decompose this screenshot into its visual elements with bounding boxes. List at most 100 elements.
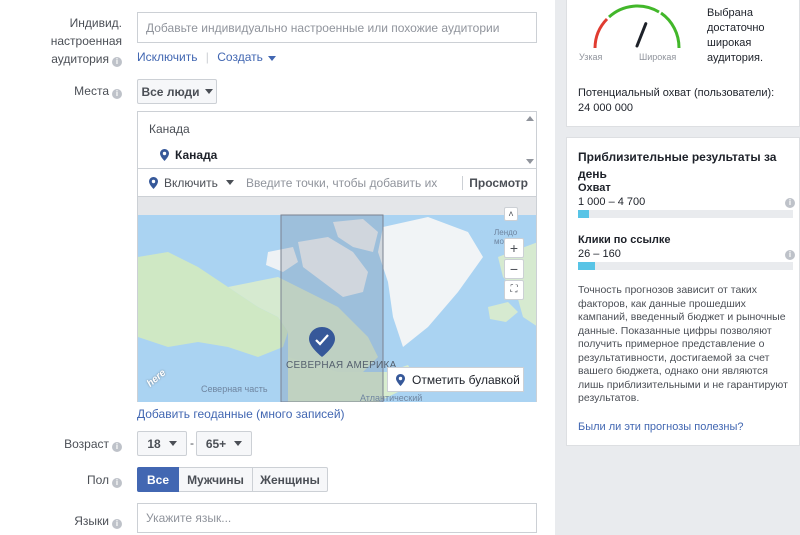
map-ocean-label-2: Атлантический [360,393,423,402]
gender-all-button[interactable]: Все [137,467,179,492]
gender-label-text: Пол [86,473,109,487]
fit-bounds-button[interactable]: ⛶ [504,280,524,300]
locations-label-text: Места [74,84,109,98]
map-collapse-button[interactable]: ˄ [504,207,518,221]
info-icon[interactable]: i [785,250,795,260]
languages-input[interactable]: Укажите язык... [137,503,537,533]
scroll-down-icon[interactable] [526,159,534,164]
disclaimer-line: факторов, как данные прошедших [578,297,746,310]
chevron-down-icon [168,441,177,446]
reach-label: Охват [578,182,611,194]
reach-progress-fill [578,210,589,218]
estimates-title-line: Приблизительные результаты за [578,150,777,164]
chevron-down-icon [225,180,234,185]
custom-audience-label-line1: Индивид. настроенная [50,16,122,48]
estimates-title: Приблизительные результаты за день [578,149,793,183]
disclaimer-line: вашего бюджета, однако они являются [578,365,768,377]
country-group-header: Канада [149,122,190,136]
include-select[interactable]: Включить [138,176,238,190]
disclaimer-line: Точность прогнозов зависит от таких [578,284,758,296]
gauge-wide-label: Широкая [639,52,677,62]
gauge-narrow-label: Узкая [579,52,603,62]
targeting-panel: Индивид. настроенная аудитория i Добавьте… [0,0,555,535]
chevron-down-icon [234,441,243,446]
potential-reach-value: 24 000 000 [578,102,634,114]
browse-link[interactable]: Просмотр [469,176,536,190]
info-icon[interactable]: i [112,519,122,529]
age-range-dash: - [190,436,194,450]
estimated-results-card: Приблизительные результаты за день Охват… [566,137,800,446]
disclaimer-line: результативности, достигаемой за счет [578,351,770,364]
zoom-out-button[interactable]: − [504,259,524,279]
potential-reach-label: Потенциальный охват (пользователи): [578,87,775,99]
custom-audience-label: Индивид. настроенная аудитория i [0,14,130,68]
scroll-up-icon[interactable] [526,116,534,121]
map-region-label: СЕВЕРНАЯ АМЕРИКА [286,360,397,371]
estimates-title-line: день [578,167,607,181]
zoom-in-button[interactable]: + [504,238,524,258]
include-select-label: Включить [164,175,218,190]
create-link-label: Создать [217,50,263,64]
location-map[interactable]: СЕВЕРНАЯ АМЕРИКА Северная часть Атлантич… [137,197,537,402]
age-label-text: Возраст [64,437,109,451]
disclaimer-line: данные. Показанные цифры позволяют [578,324,772,337]
exclude-link[interactable]: Исключить [137,50,197,64]
map-pin-icon [149,176,158,189]
custom-audience-label-text: аудитория [51,52,109,66]
disclaimer-line: результатов. [578,392,640,404]
age-max-select[interactable]: 65+ [196,431,252,456]
clicks-label: Клики по ссылке [578,234,671,246]
clicks-progress [578,262,793,270]
disclaimer-line: кампаний, введенный бюджет и рыночные [578,311,786,323]
selected-locations-list: Канада Канада [137,111,537,169]
description-line: Выбрана [707,7,753,19]
info-icon[interactable]: i [112,442,122,452]
location-search-input[interactable]: Введите точки, чтобы добавить их [238,176,462,190]
bulk-locations-link[interactable]: Добавить геоданные (много записей) [137,407,345,421]
audience-gauge [593,4,681,49]
description-line: достаточно [707,22,765,34]
audience-size-description: Выбрана достаточно широкая аудитория. [707,6,765,66]
location-item-label: Канада [175,148,218,162]
minus-icon: − [509,261,519,277]
custom-audience-input[interactable]: Добавьте индивидуально настроенные или п… [137,12,537,43]
languages-label: Языки i [0,512,130,530]
link-divider: | [205,50,209,64]
reach-range: 1 000 – 4 700 [578,196,646,208]
languages-label-text: Языки [74,514,109,528]
gender-female-button[interactable]: Женщины [252,467,328,492]
info-icon[interactable]: i [112,89,122,99]
location-audience-select[interactable]: Все люди [137,79,217,104]
languages-placeholder: Укажите язык... [146,511,232,525]
info-icon[interactable]: i [112,478,122,488]
gender-male-button[interactable]: Мужчины [179,467,253,492]
disclaimer-line: лишь приблизительными и не гарантируют [578,378,788,391]
reach-progress [578,210,793,218]
drop-pin-label: Отметить булавкой [412,372,520,387]
feedback-link[interactable]: Были ли эти прогнозы полезны? [578,421,744,433]
description-line: широкая [707,37,752,49]
drop-pin-button[interactable]: Отметить булавкой [387,367,524,392]
disclaimer-line: получить примерное представление о [578,338,765,350]
map-ocean-label: Северная часть [201,384,268,394]
chevron-down-icon [204,89,213,94]
location-audience-select-label: Все люди [141,84,200,99]
info-icon[interactable]: i [785,198,795,208]
audience-size-card: Узкая Широкая Выбрана достаточно широкая… [566,0,800,127]
age-min-select[interactable]: 18 [137,431,187,456]
description-line: аудитория. [707,52,763,64]
locations-label: Места i [0,82,130,100]
custom-audience-links: Исключить | Создать [137,50,276,64]
location-item[interactable]: Канада [160,148,217,162]
search-divider [462,175,464,190]
estimates-disclaimer: Точность прогнозов зависит от таких факт… [578,284,798,406]
clicks-range: 26 – 160 [578,248,621,260]
map-pin-icon [160,149,169,161]
location-search-bar: Включить Введите точки, чтобы добавить и… [137,169,537,197]
info-icon[interactable]: i [112,57,122,67]
custom-audience-label-line2: аудитория i [0,50,122,68]
age-label: Возраст i [0,435,130,453]
create-link[interactable]: Создать [217,50,276,64]
chevron-down-icon [267,56,276,61]
map-pin-icon [396,373,405,386]
